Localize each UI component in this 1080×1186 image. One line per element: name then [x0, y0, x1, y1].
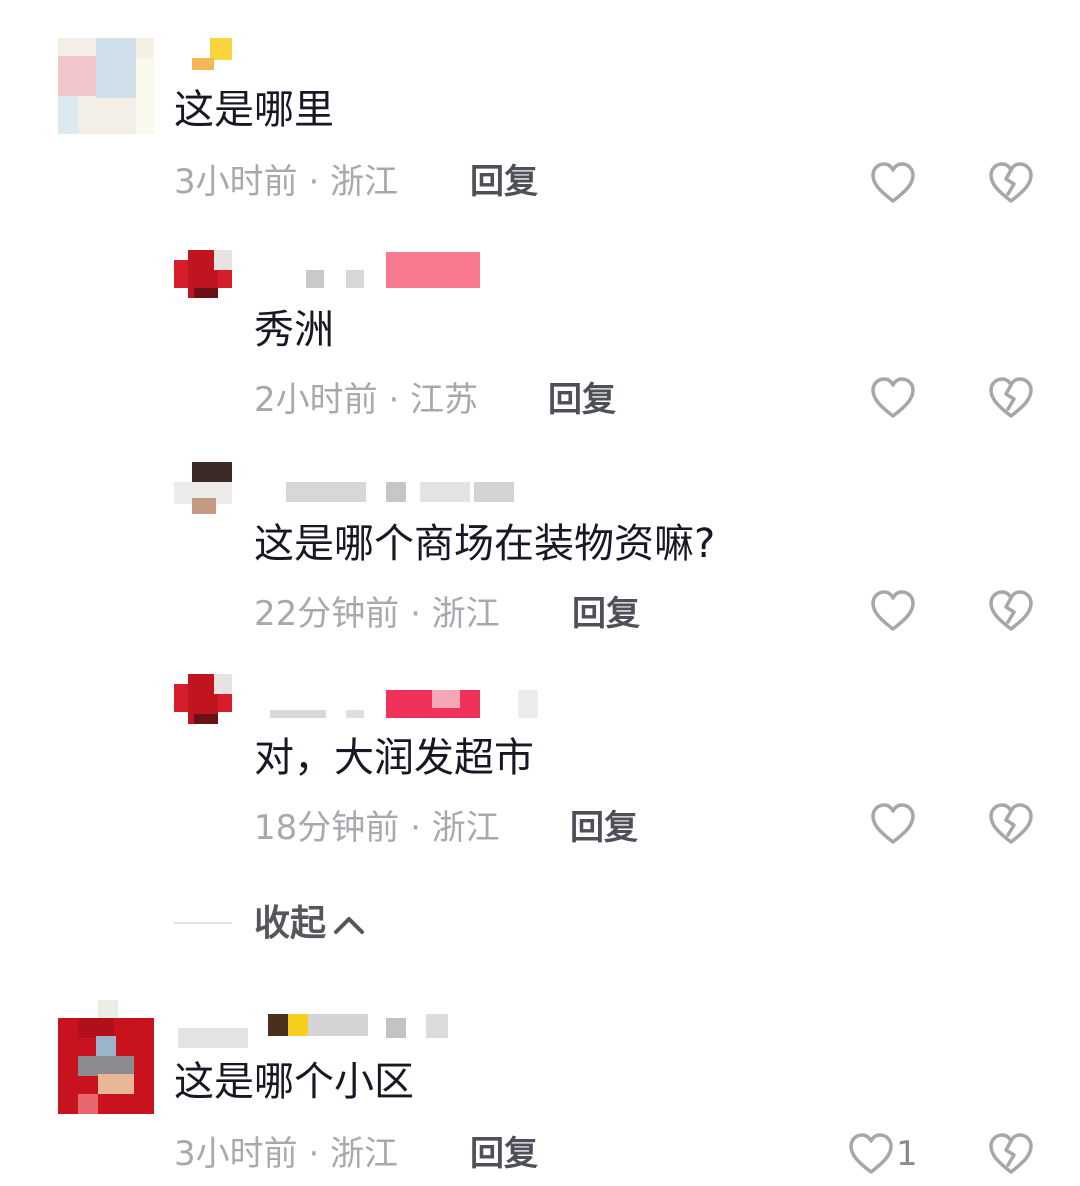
comment-text: 对，大润发超市: [254, 735, 534, 781]
heart-outline-icon: [871, 377, 915, 418]
dislike-button[interactable]: [988, 589, 1034, 633]
comment-meta: 18分钟前 · 浙江: [254, 808, 500, 848]
broken-heart-icon: [989, 1133, 1033, 1174]
heart-outline-icon: [871, 162, 915, 203]
broken-heart-icon: [989, 590, 1033, 631]
like-count: 1: [896, 1134, 918, 1174]
like-button[interactable]: [870, 802, 916, 846]
chevron-up-icon: [334, 917, 365, 934]
reply-button[interactable]: 回复: [570, 808, 638, 848]
dislike-button[interactable]: [988, 161, 1034, 205]
username-blurred[interactable]: [184, 38, 264, 78]
avatar[interactable]: [174, 674, 232, 724]
like-button[interactable]: [870, 589, 916, 633]
comment-meta: 22分钟前 · 浙江: [254, 594, 500, 634]
avatar[interactable]: [58, 38, 154, 134]
dislike-button[interactable]: [988, 802, 1034, 846]
username-blurred[interactable]: [250, 690, 550, 730]
comment-text: 这是哪个商场在装物资嘛?: [254, 521, 716, 567]
comment-text: 秀洲: [254, 307, 334, 353]
collapse-replies-button[interactable]: 收起: [254, 902, 366, 946]
avatar[interactable]: [58, 1000, 154, 1114]
broken-heart-icon: [989, 162, 1033, 203]
reply-button[interactable]: 回复: [572, 594, 640, 634]
heart-outline-icon: [871, 803, 915, 844]
like-button[interactable]: [870, 161, 916, 205]
collapse-label: 收起: [254, 903, 327, 944]
collapse-divider: [174, 922, 232, 924]
comment-text: 这是哪里: [174, 87, 334, 133]
username-blurred[interactable]: [250, 468, 530, 508]
avatar[interactable]: [174, 250, 232, 298]
username-blurred[interactable]: [178, 1014, 468, 1054]
broken-heart-icon: [989, 803, 1033, 844]
comment-meta: 3小时前 · 浙江: [174, 162, 399, 202]
like-button[interactable]: [848, 1132, 894, 1176]
avatar[interactable]: [174, 462, 232, 514]
username-blurred[interactable]: [250, 252, 490, 292]
like-button[interactable]: [870, 376, 916, 420]
comment-text: 这是哪个小区: [174, 1059, 414, 1105]
comment-meta: 2小时前 · 江苏: [254, 380, 479, 420]
heart-outline-icon: [871, 590, 915, 631]
dislike-button[interactable]: [988, 376, 1034, 420]
reply-button[interactable]: 回复: [470, 162, 538, 202]
heart-outline-icon: [849, 1133, 893, 1174]
dislike-button[interactable]: [988, 1132, 1034, 1176]
comment-meta: 3小时前 · 浙江: [174, 1134, 399, 1174]
broken-heart-icon: [989, 377, 1033, 418]
reply-button[interactable]: 回复: [548, 380, 616, 420]
reply-button[interactable]: 回复: [470, 1134, 538, 1174]
